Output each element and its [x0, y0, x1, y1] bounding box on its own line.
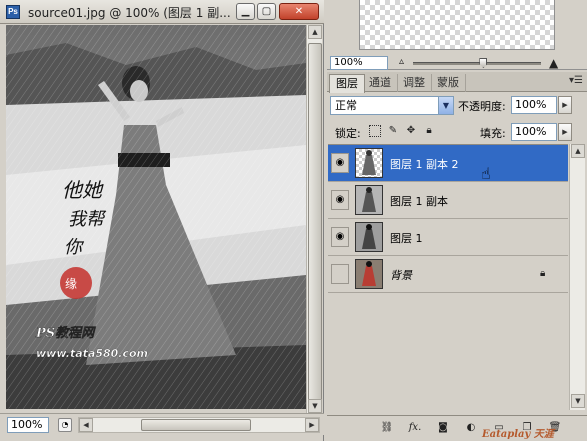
mask-icon[interactable]: ◙: [435, 421, 451, 435]
layer-thumbnail-image: [362, 150, 376, 175]
lock-all-icon[interactable]: 🔒︎: [423, 125, 435, 137]
navigator-zoom-slider[interactable]: [413, 58, 541, 68]
scroll-up-arrow-icon[interactable]: ▲: [571, 144, 585, 158]
fx-icon[interactable]: fx.: [407, 421, 423, 435]
tab-layers[interactable]: 图层: [329, 74, 365, 93]
document-titlebar[interactable]: Ps source01.jpg @ 100% (图层 1 副... ▁ ▢ ✕: [0, 0, 324, 24]
mouse-pointer-icon: ☝: [481, 164, 491, 183]
canvas-url-text: www.tata580.com: [36, 347, 148, 360]
layer-thumbnail: [355, 222, 383, 252]
maximize-button[interactable]: ▢: [257, 3, 276, 20]
navigator-zoom-field[interactable]: 100%: [330, 56, 388, 70]
tab-masks[interactable]: 蒙版: [431, 74, 466, 92]
layer-thumbnail-image: [356, 260, 382, 288]
link-icon[interactable]: ⛓: [379, 421, 395, 435]
canvas-artwork: 他她 我帮 你 缘 PS教程网 www.tata580.com: [6, 25, 306, 409]
document-horizontal-scrollbar[interactable]: ◀ ▶: [78, 417, 320, 433]
svg-text:缘: 缘: [65, 277, 77, 291]
opacity-slider-arrow-icon[interactable]: ▶: [558, 96, 572, 114]
zoom-out-icon[interactable]: ▵: [399, 56, 404, 67]
layer-name[interactable]: 图层 1: [390, 230, 423, 246]
layer-thumbnail-image: [356, 186, 382, 214]
chevron-down-icon[interactable]: ▼: [438, 97, 453, 114]
minimize-button[interactable]: ▁: [236, 3, 255, 20]
horizontal-scroll-thumb[interactable]: [141, 419, 251, 431]
tab-adjustments[interactable]: 调整: [397, 74, 432, 92]
panel-tab-strip: 图层 通道 调整 蒙版 ▾☰: [327, 72, 587, 93]
layer-thumbnail: [355, 185, 383, 215]
eye-visibility-icon[interactable]: ◉: [331, 190, 349, 210]
status-info-icon[interactable]: ◔: [58, 418, 72, 432]
layers-panel: 图层 通道 调整 蒙版 ▾☰ 正常 ▼ 不透明度: 100% ▶ 锁定: ✎ ✥…: [327, 72, 587, 441]
zoom-in-icon[interactable]: ▲: [549, 56, 558, 70]
panel-menu-icon[interactable]: ▾☰: [569, 75, 583, 86]
canvas-calligraphy-line-2: 我帮: [68, 209, 107, 230]
vertical-scroll-thumb[interactable]: [308, 43, 322, 415]
layer-name[interactable]: 图层 1 副本: [390, 193, 448, 209]
zoom-level-field[interactable]: 100%: [7, 417, 49, 433]
canvas-calligraphy-line-3: 你: [64, 237, 85, 258]
layer-thumbnail: [355, 259, 383, 289]
scroll-down-arrow-icon[interactable]: ▼: [308, 399, 322, 413]
opacity-label: 不透明度:: [458, 100, 506, 113]
blend-mode-select[interactable]: 正常 ▼: [330, 96, 454, 115]
blend-mode-value: 正常: [335, 99, 357, 112]
layer-row[interactable]: 背景 🔒︎: [328, 256, 568, 293]
navigator-preview[interactable]: [359, 0, 555, 50]
tab-channels[interactable]: 通道: [363, 74, 398, 92]
eye-visibility-icon[interactable]: ◉: [331, 153, 349, 173]
close-button[interactable]: ✕: [279, 3, 319, 20]
document-title: source01.jpg @ 100% (图层 1 副...: [28, 6, 231, 20]
eye-visibility-icon[interactable]: ◉: [331, 227, 349, 247]
fill-label: 填充:: [480, 127, 506, 140]
image-canvas[interactable]: 他她 我帮 你 缘 PS教程网 www.tata580.com: [6, 25, 306, 409]
lock-label: 锁定:: [335, 127, 361, 140]
layer-thumbnail: [355, 148, 383, 178]
watermark-text: Eataplay 天涯: [482, 429, 554, 440]
photoshop-app-icon: Ps: [6, 5, 20, 19]
canvas-calligraphy-line-1: 他她: [62, 178, 104, 202]
adjustment-icon[interactable]: ◐: [463, 421, 479, 435]
lock-position-move-icon[interactable]: ✥: [405, 125, 417, 137]
navigator-panel: 100% ▵ ▲: [327, 0, 587, 70]
opacity-field[interactable]: 100%: [511, 96, 557, 114]
canvas-brand-text: PS教程网: [35, 325, 96, 341]
lock-icon: 🔒︎: [540, 268, 546, 279]
fill-field[interactable]: 100%: [511, 123, 557, 141]
layer-name[interactable]: 图层 1 副本 2: [390, 156, 459, 172]
fill-slider-arrow-icon[interactable]: ▶: [558, 123, 572, 141]
layer-name[interactable]: 背景: [390, 267, 412, 283]
navigator-slider-handle[interactable]: [479, 58, 488, 68]
scroll-right-arrow-icon[interactable]: ▶: [305, 418, 319, 432]
scroll-up-arrow-icon[interactable]: ▲: [308, 25, 322, 39]
document-window: Ps source01.jpg @ 100% (图层 1 副... ▁ ▢ ✕: [0, 0, 324, 441]
layers-list-scrollbar[interactable]: ▲ ▼: [569, 144, 585, 410]
layer-row[interactable]: ◉ 图层 1 副本 2: [328, 145, 568, 182]
eye-visibility-empty[interactable]: [331, 264, 349, 284]
document-status-bar: 100% ◔ ◀ ▶: [0, 413, 324, 435]
layers-list: ◉ 图层 1 副本 2 ◉ 图层 1 副本 ◉ 图层 1 背景 🔒︎: [328, 144, 568, 410]
scroll-left-arrow-icon[interactable]: ◀: [79, 418, 93, 432]
layer-thumbnail-image: [356, 223, 382, 251]
document-vertical-scrollbar[interactable]: ▲ ▼: [306, 25, 322, 415]
lock-transparency-icon[interactable]: [369, 125, 381, 137]
scroll-down-arrow-icon[interactable]: ▼: [571, 394, 585, 408]
lock-pixels-brush-icon[interactable]: ✎: [387, 125, 399, 137]
layer-row[interactable]: ◉ 图层 1: [328, 219, 568, 256]
layer-row[interactable]: ◉ 图层 1 副本: [328, 182, 568, 219]
